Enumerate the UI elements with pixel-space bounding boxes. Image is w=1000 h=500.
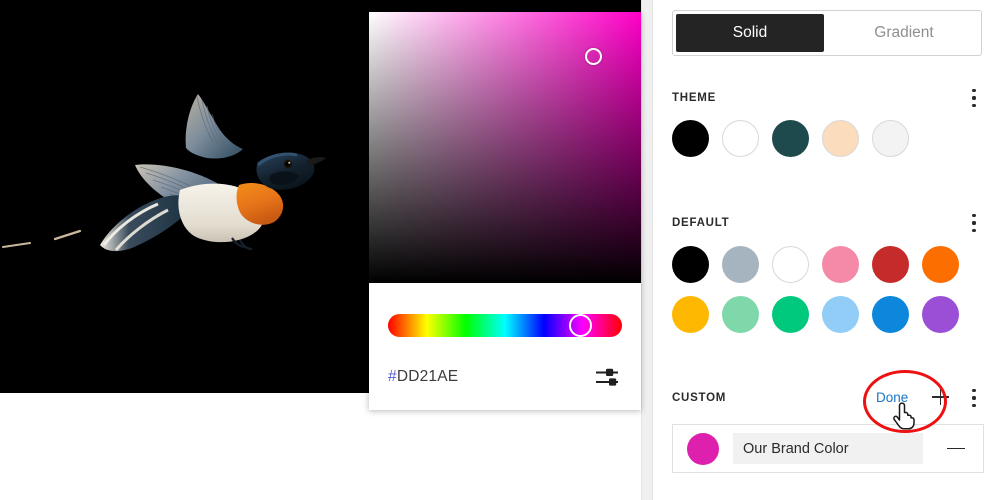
default-swatch-row-1 xyxy=(672,246,972,283)
default-swatch-purple[interactable] xyxy=(922,296,959,333)
default-swatch-row-2 xyxy=(672,296,972,333)
flying-bird-photo[interactable] xyxy=(0,70,370,300)
hue-slider-handle[interactable] xyxy=(569,314,592,337)
custom-color-name-input[interactable]: Our Brand Color xyxy=(733,433,923,464)
saturation-value-gradient[interactable] xyxy=(369,12,641,283)
theme-kebab-menu-icon[interactable] xyxy=(972,89,976,107)
hex-value-input[interactable]: #DD21AE xyxy=(388,368,458,386)
fill-type-toggle[interactable]: Solid Gradient xyxy=(672,10,982,56)
saturation-value-handle[interactable] xyxy=(585,48,602,65)
default-swatch-orange[interactable] xyxy=(922,246,959,283)
theme-swatch-peach[interactable] xyxy=(822,120,859,157)
custom-color-swatch[interactable] xyxy=(687,432,719,465)
custom-section-title: CUSTOM xyxy=(672,392,727,404)
custom-color-row[interactable]: Our Brand Color xyxy=(672,424,984,473)
theme-swatch-light-gray[interactable] xyxy=(872,120,909,157)
default-kebab-menu-icon[interactable] xyxy=(972,214,976,232)
theme-swatch-row xyxy=(672,120,922,157)
canvas-area: #DD21AE xyxy=(0,0,641,500)
default-swatch-blue-gray[interactable] xyxy=(722,246,759,283)
default-swatch-mint-green[interactable] xyxy=(722,296,759,333)
tab-solid[interactable]: Solid xyxy=(676,14,824,52)
default-swatch-green[interactable] xyxy=(772,296,809,333)
hex-hash-symbol: # xyxy=(388,368,397,385)
theme-swatch-black[interactable] xyxy=(672,120,709,157)
default-swatch-pink[interactable] xyxy=(822,246,859,283)
minus-icon[interactable] xyxy=(947,440,965,458)
custom-kebab-menu-icon[interactable] xyxy=(972,389,976,407)
default-swatch-blue[interactable] xyxy=(872,296,909,333)
hex-value-row: #DD21AE xyxy=(369,357,641,397)
hand-pointer-cursor xyxy=(893,402,915,430)
plus-icon[interactable] xyxy=(932,388,949,405)
theme-swatch-dark-teal[interactable] xyxy=(772,120,809,157)
default-section-title: DEFAULT xyxy=(672,217,730,229)
default-swatch-white[interactable] xyxy=(772,246,809,283)
theme-section-title: THEME xyxy=(672,92,716,104)
default-swatch-red[interactable] xyxy=(872,246,909,283)
color-picker-popup[interactable]: #DD21AE xyxy=(369,12,641,410)
tab-gradient[interactable]: Gradient xyxy=(830,14,978,52)
default-swatch-light-blue[interactable] xyxy=(822,296,859,333)
sliders-icon[interactable] xyxy=(595,366,619,388)
hex-code-text: DD21AE xyxy=(396,368,459,385)
panel-divider xyxy=(641,0,653,500)
default-swatch-amber[interactable] xyxy=(672,296,709,333)
theme-swatch-white[interactable] xyxy=(722,120,759,157)
default-swatch-black[interactable] xyxy=(672,246,709,283)
